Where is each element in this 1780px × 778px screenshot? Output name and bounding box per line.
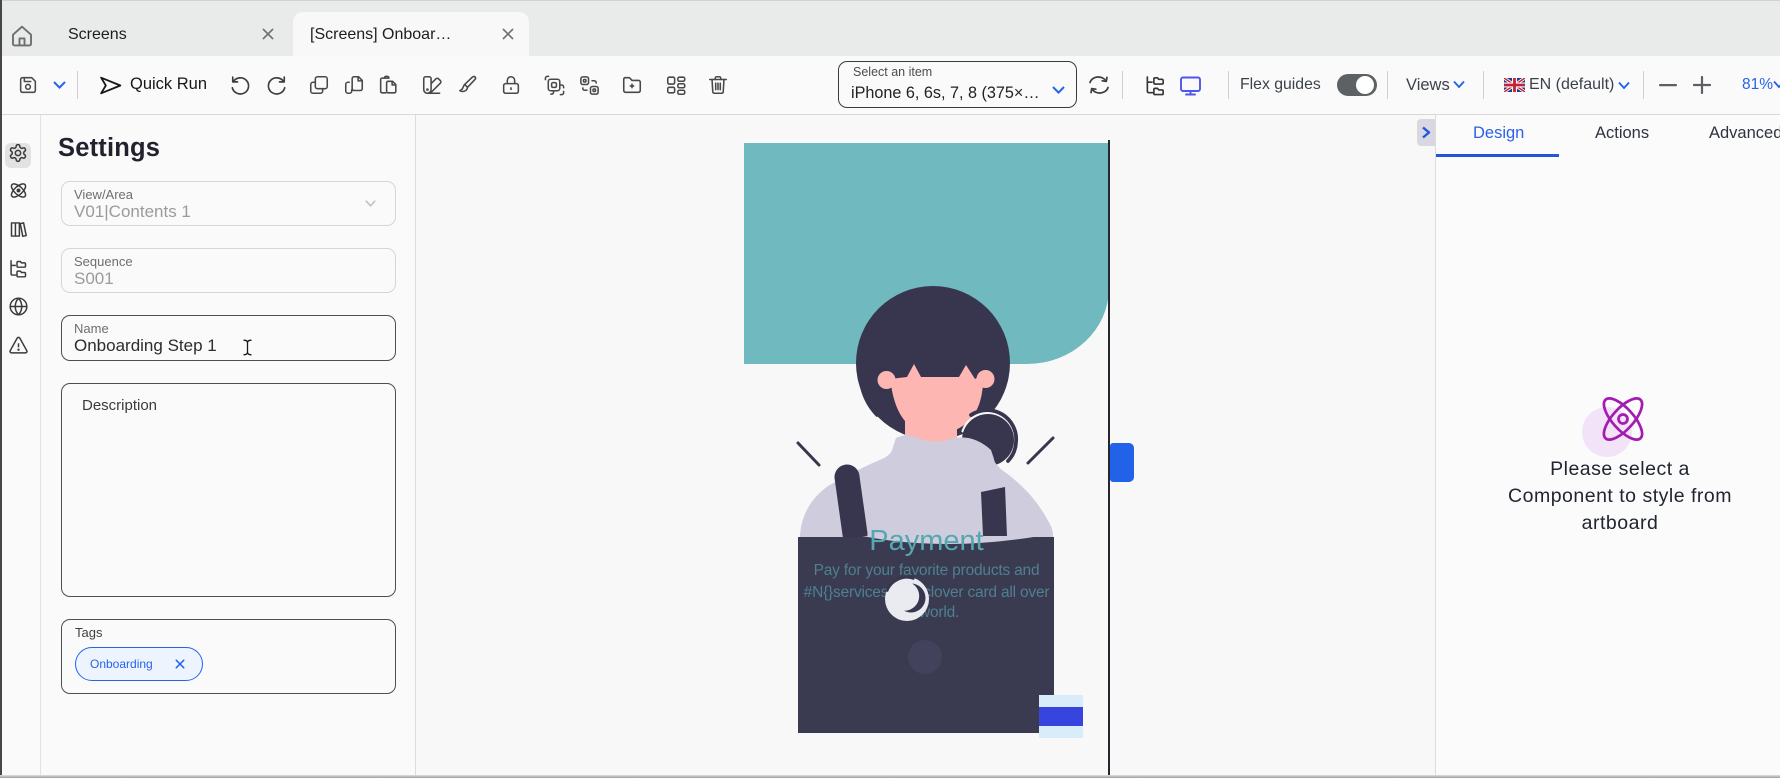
svg-text:Payment: Payment	[869, 525, 983, 557]
svg-text:Pay for your favorite products: Pay for your favorite products and	[814, 562, 1040, 579]
